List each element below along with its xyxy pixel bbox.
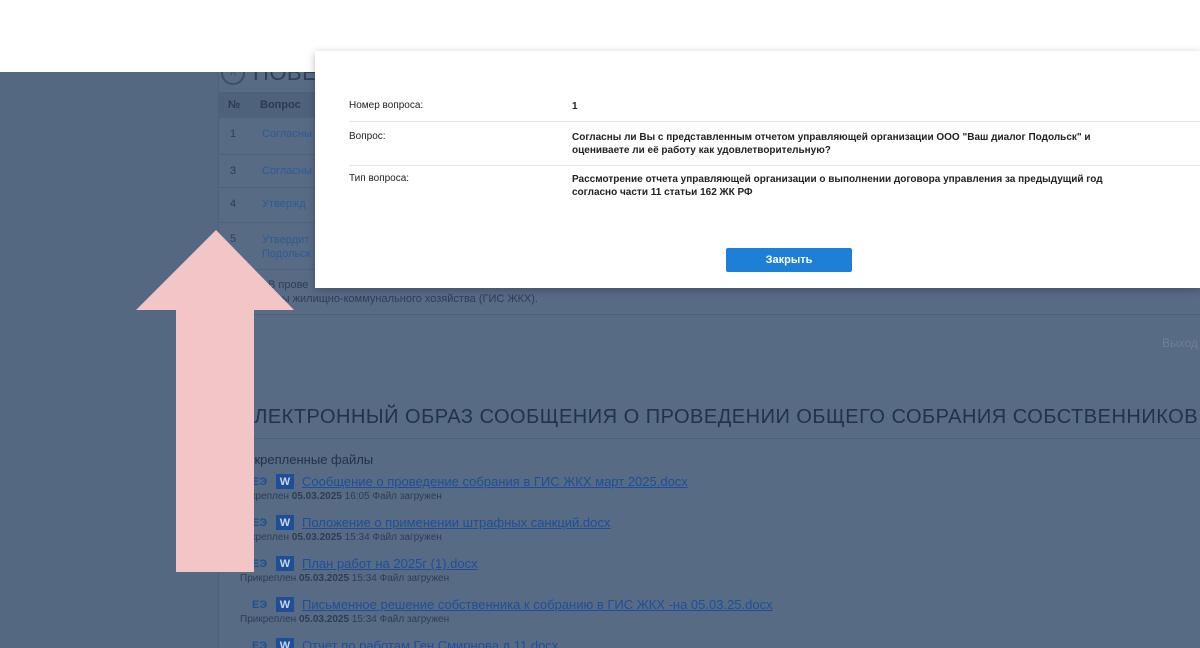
up-arrow-icon <box>136 230 294 572</box>
file-link[interactable]: Письменное решение собственника к собран… <box>302 597 773 612</box>
file-link[interactable]: Отчет по работам Ген Смирнова д 11.docx <box>302 638 558 648</box>
row-question-link[interactable]: Согласны <box>262 118 312 140</box>
file-meta: Прикреплен 05.03.2025 15:34 Файл загруже… <box>240 614 450 625</box>
row-no: 1 <box>230 128 237 140</box>
modal-row-type: Тип вопроса: Рассмотрение отчета управля… <box>349 173 1200 199</box>
number-label: Номер вопроса: <box>349 100 424 111</box>
file-link[interactable]: Положение о применении штрафных санкций.… <box>302 515 610 530</box>
word-file-icon: W <box>276 638 294 648</box>
row-question-link[interactable]: Согласны <box>262 155 312 177</box>
header-question: Вопрос <box>260 99 301 111</box>
modal-row-question: Вопрос: Согласны ли Вы с представленным … <box>349 131 1200 157</box>
file-item: ЕЭ W Сообщение о проведение собрания в Г… <box>240 474 688 502</box>
question-details-modal: Номер вопроса: 1 Вопрос: Согласны ли Вы … <box>315 51 1200 288</box>
close-button[interactable]: Закрыть <box>726 248 852 272</box>
electronic-notice-title: ЭЛЕКТРОННЫЙ ОБРАЗ СООБЩЕНИЯ О ПРОВЕДЕНИИ… <box>240 406 1199 428</box>
number-value: 1 <box>572 101 578 112</box>
exit-link[interactable]: Выход <box>1162 336 1198 350</box>
signature-icon[interactable]: ЕЭ <box>252 599 268 611</box>
row-question-link[interactable]: Утвержд <box>262 188 306 210</box>
table-row[interactable]: 3 Согласны <box>218 155 318 188</box>
word-file-icon: W <box>276 597 294 612</box>
modal-divider <box>349 121 1200 122</box>
table-row[interactable]: 1 Согласны <box>218 118 318 155</box>
header-no: № <box>228 99 241 111</box>
signature-icon[interactable]: ЕЭ <box>252 640 268 648</box>
file-item: ЕЭ W Отчет по работам Ген Смирнова д 11.… <box>240 638 558 648</box>
modal-row-number: Номер вопроса: 1 <box>349 100 1200 113</box>
table-row[interactable]: 4 Утвержд <box>218 188 318 223</box>
file-link[interactable]: Сообщение о проведение собрания в ГИС ЖК… <box>302 474 688 489</box>
table-header: № Вопрос <box>218 92 318 118</box>
row-no: 3 <box>230 165 237 177</box>
type-value: Рассмотрение отчета управляющей организа… <box>572 174 1103 198</box>
type-label: Тип вопроса: <box>349 173 410 184</box>
row-no: 4 <box>230 198 237 210</box>
question-label: Вопрос: <box>349 131 386 142</box>
divider <box>218 314 1200 315</box>
file-item: ЕЭ W Письменное решение собственника к с… <box>240 597 773 625</box>
file-link[interactable]: План работ на 2025г (1).docx <box>302 556 478 571</box>
divider <box>240 438 1200 439</box>
file-meta: рикреплен 05.03.2025 16:05 Файл загружен <box>240 491 442 502</box>
modal-divider <box>349 165 1200 166</box>
collapse-icon[interactable]: ˄ <box>221 72 245 85</box>
question-value: Согласны ли Вы с представленным отчетом … <box>572 132 1091 156</box>
